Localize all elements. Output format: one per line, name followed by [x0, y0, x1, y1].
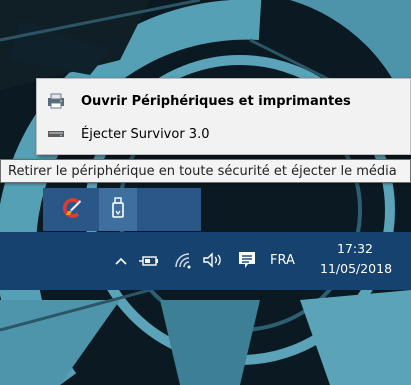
clock-time: 17:32: [336, 241, 374, 256]
notification-overflow-tray: [43, 188, 201, 231]
wifi-icon[interactable]: [172, 250, 194, 270]
taskbar: FRA 17:32 11/05/2018: [0, 232, 411, 290]
tray-icon-ccleaner[interactable]: [53, 188, 91, 231]
notification-icon[interactable]: [236, 249, 258, 271]
volume-icon[interactable]: [202, 250, 224, 270]
tray-icon-safely-remove[interactable]: [99, 188, 137, 231]
power-icon[interactable]: [138, 252, 160, 270]
tray-context-menu: Ouvrir Périphériques et imprimantes Éjec…: [36, 78, 411, 155]
menu-item-label: Éjecter Survivor 3.0: [81, 126, 210, 142]
chevron-up-icon[interactable]: [112, 252, 130, 270]
menu-item-eject-drive[interactable]: Éjecter Survivor 3.0: [37, 118, 410, 150]
ccleaner-icon: [61, 197, 83, 223]
clock-date: 11/05/2018: [320, 261, 393, 276]
system-clock[interactable]: 17:32 11/05/2018: [320, 239, 393, 279]
eject-tooltip: Retirer le périphérique en toute sécurit…: [0, 159, 411, 183]
menu-item-open-devices-printers[interactable]: Ouvrir Périphériques et imprimantes: [37, 85, 410, 117]
menu-item-label: Ouvrir Périphériques et imprimantes: [81, 93, 351, 109]
usb-drive-icon: [111, 196, 125, 223]
drive-icon: [45, 123, 67, 145]
printer-icon: [45, 90, 67, 112]
input-language[interactable]: FRA: [270, 250, 295, 270]
